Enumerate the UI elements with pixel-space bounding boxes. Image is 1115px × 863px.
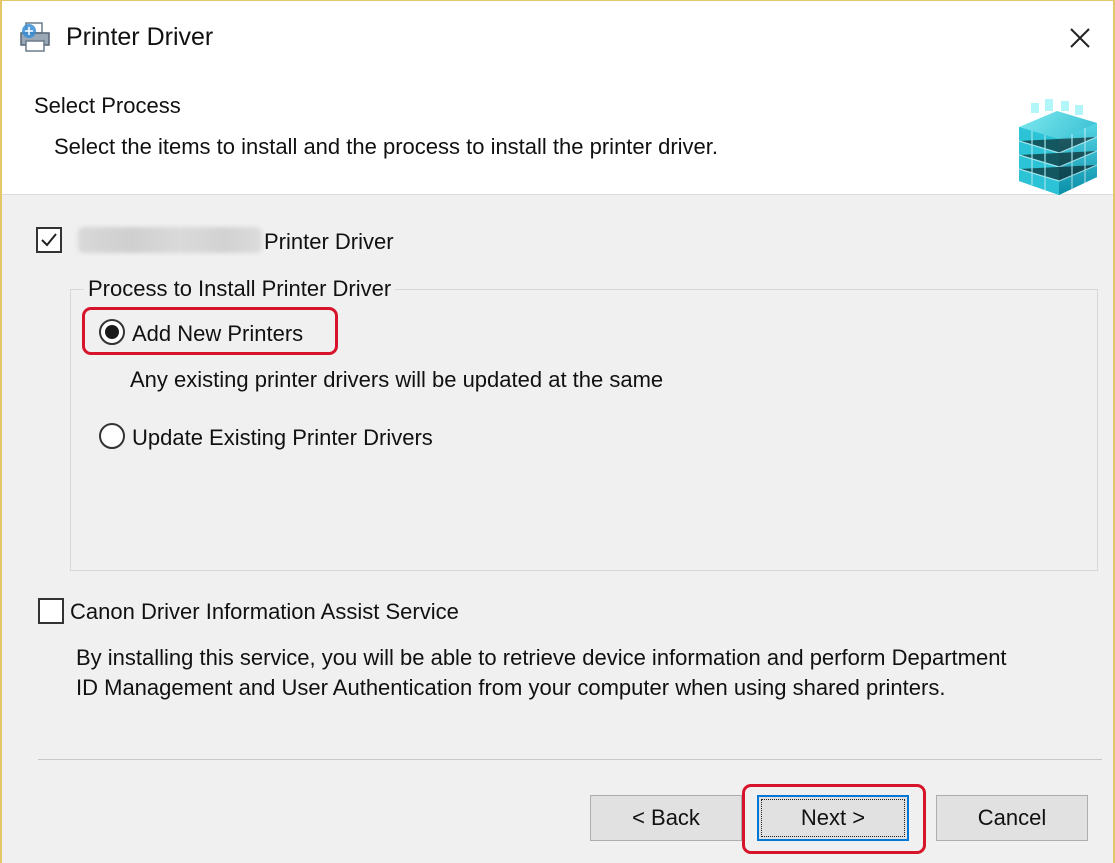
assist-service-label[interactable]: Canon Driver Information Assist Service (70, 599, 459, 625)
page-description: Select the items to install and the proc… (54, 134, 718, 159)
update-existing-drivers-label[interactable]: Update Existing Printer Drivers (132, 425, 433, 451)
installer-cube-graphic (1018, 99, 1098, 195)
cancel-button[interactable]: Cancel (936, 795, 1088, 841)
assist-service-description-line2: ID Management and User Authentication fr… (76, 675, 946, 700)
title-bar: Printer Driver (2, 1, 1113, 71)
installer-window: Printer Driver Select Process Select the… (0, 0, 1115, 863)
printer-driver-checkbox[interactable] (36, 227, 62, 253)
window-title: Printer Driver (66, 23, 214, 51)
close-button[interactable] (1055, 13, 1105, 63)
checkmark-icon (41, 233, 57, 247)
radio-selected-dot (105, 325, 119, 339)
blurred-model-name (78, 227, 262, 253)
button-separator (38, 759, 1102, 760)
printer-app-icon (20, 22, 50, 52)
close-icon (1070, 28, 1090, 48)
add-new-printers-label[interactable]: Add New Printers (132, 321, 303, 347)
wizard-header: Select Process Select the items to insta… (2, 71, 1113, 195)
back-button[interactable]: < Back (590, 795, 742, 841)
assist-service-description-line1: By installing this service, you will be … (76, 645, 1007, 670)
page-title: Select Process (34, 93, 181, 118)
update-existing-drivers-radio[interactable] (99, 423, 125, 449)
process-group-legend: Process to Install Printer Driver (84, 276, 396, 302)
next-button[interactable]: Next > (757, 795, 909, 841)
add-new-printers-radio[interactable] (99, 319, 125, 345)
assist-service-checkbox[interactable] (38, 598, 64, 624)
printer-driver-label: Printer Driver (264, 229, 394, 254)
add-new-printers-note: Any existing printer drivers will be upd… (130, 367, 664, 392)
focus-ring (761, 799, 905, 837)
